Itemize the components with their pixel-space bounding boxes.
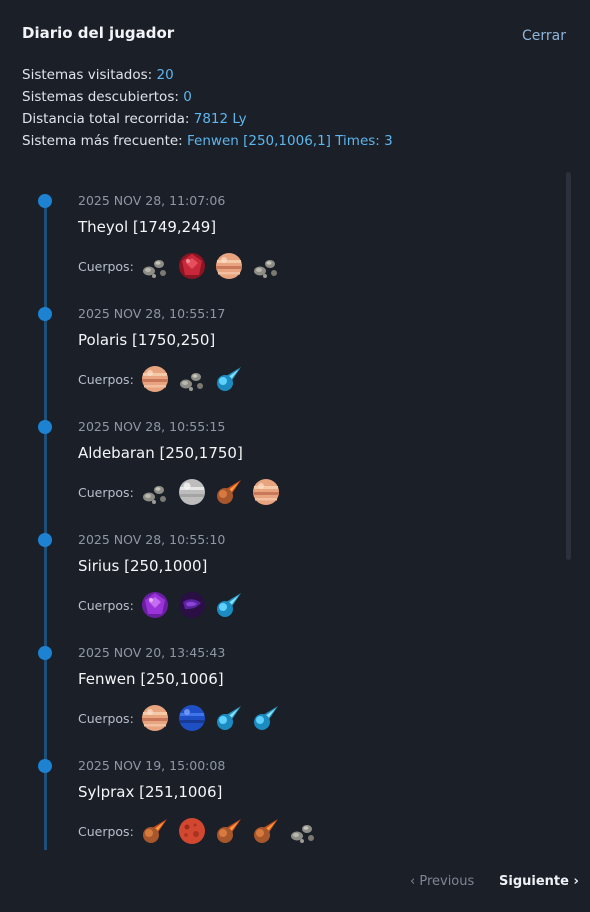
entry-system-name: Sirius [250,1000] xyxy=(78,557,208,575)
blue-comet-icon[interactable] xyxy=(214,590,244,620)
timeline-dot xyxy=(38,646,52,660)
entry-timestamp: 2025 NOV 28, 10:55:10 xyxy=(78,532,226,547)
timeline-dot xyxy=(38,759,52,773)
entry-bodies: Cuerpos: xyxy=(78,476,288,508)
journal-scroll-area[interactable]: 2025 NOV 28, 11:07:06 Theyol [1749,249] Cu… xyxy=(22,166,572,850)
timeline-dot xyxy=(38,533,52,547)
blue-comet-icon[interactable] xyxy=(251,703,281,733)
bodies-label: Cuerpos: xyxy=(78,258,134,274)
blue-comet-icon[interactable] xyxy=(214,364,244,394)
entry-system-name: Theyol [1749,249] xyxy=(78,218,217,236)
asteroid-icon[interactable] xyxy=(251,251,281,281)
blue-planet-icon[interactable] xyxy=(177,703,207,733)
entry-timestamp: 2025 NOV 28, 10:55:17 xyxy=(78,306,226,321)
entry-timestamp: 2025 NOV 19, 15:00:08 xyxy=(78,758,226,773)
purple-gem-planet-icon[interactable] xyxy=(140,590,170,620)
asteroid-icon[interactable] xyxy=(140,477,170,507)
entry-system-name: Polaris [1750,250] xyxy=(78,331,216,349)
stat-row: Sistemas visitados: 20 xyxy=(22,64,393,86)
entry-timestamp: 2025 NOV 28, 11:07:06 xyxy=(78,193,226,208)
dark-purple-planet-icon[interactable] xyxy=(177,590,207,620)
entry-system-name: Fenwen [250,1006] xyxy=(78,670,224,688)
next-page-button[interactable]: Siguiente › xyxy=(499,874,579,889)
bodies-label: Cuerpos: xyxy=(78,710,134,726)
stat-row: Sistema más frecuente: Fenwen [250,1006,… xyxy=(22,130,393,152)
journal-entry: 2025 NOV 28, 10:55:15 Aldebaran [250,1750… xyxy=(22,392,562,505)
stat-row: Sistemas descubiertos: 0 xyxy=(22,86,393,108)
stat-label: Sistemas visitados: xyxy=(22,67,157,83)
close-button[interactable]: Cerrar xyxy=(522,28,566,44)
gas-giant-icon[interactable] xyxy=(140,364,170,394)
orange-comet-icon[interactable] xyxy=(214,477,244,507)
asteroid-icon[interactable] xyxy=(140,251,170,281)
scrollbar-thumb[interactable] xyxy=(566,172,571,560)
journal-entry: 2025 NOV 20, 13:45:43 Fenwen [250,1006] Cu… xyxy=(22,618,562,731)
entry-timestamp: 2025 NOV 28, 10:55:15 xyxy=(78,419,226,434)
asteroid-icon[interactable] xyxy=(177,364,207,394)
timeline-dot xyxy=(38,194,52,208)
entry-timestamp: 2025 NOV 20, 13:45:43 xyxy=(78,645,226,660)
journal-entry: 2025 NOV 19, 15:00:08 Sylprax [251,1006] C… xyxy=(22,731,562,844)
journal-entry: 2025 NOV 28, 10:55:17 Polaris [1750,250] C… xyxy=(22,279,562,392)
journal-entry: 2025 NOV 28, 10:55:10 Sirius [250,1000] Cu… xyxy=(22,505,562,618)
previous-page-button[interactable]: ‹ Previous xyxy=(410,874,474,889)
entry-bodies: Cuerpos: xyxy=(78,589,251,621)
red-planet-icon[interactable] xyxy=(177,816,207,846)
blue-comet-icon[interactable] xyxy=(214,703,244,733)
journal-title: Diario del jugador xyxy=(22,24,175,42)
entry-bodies: Cuerpos: xyxy=(78,250,288,282)
gas-giant-icon[interactable] xyxy=(251,477,281,507)
stat-value: 7812 Ly xyxy=(193,111,247,127)
stat-value: Fenwen [250,1006,1] Times: 3 xyxy=(187,133,393,149)
bodies-label: Cuerpos: xyxy=(78,371,134,387)
white-planet-icon[interactable] xyxy=(177,477,207,507)
entry-system-name: Sylprax [251,1006] xyxy=(78,783,223,801)
entry-system-name: Aldebaran [250,1750] xyxy=(78,444,243,462)
journal-entry: 2025 NOV 28, 11:07:06 Theyol [1749,249] Cu… xyxy=(22,166,562,279)
stat-row: Distancia total recorrida: 7812 Ly xyxy=(22,108,393,130)
stat-label: Distancia total recorrida: xyxy=(22,111,194,127)
gas-giant-icon[interactable] xyxy=(140,703,170,733)
entry-bodies: Cuerpos: xyxy=(78,363,251,395)
bodies-label: Cuerpos: xyxy=(78,597,134,613)
stats-panel: Sistemas visitados: 20 Sistemas descubier… xyxy=(22,64,393,152)
stat-label: Sistemas descubiertos: xyxy=(22,89,184,105)
red-gem-planet-icon[interactable] xyxy=(177,251,207,281)
stat-value: 20 xyxy=(156,67,174,83)
stat-value: 0 xyxy=(183,89,192,105)
gas-giant-icon[interactable] xyxy=(214,251,244,281)
stat-label: Sistema más frecuente: xyxy=(22,133,188,149)
entry-bodies: Cuerpos: xyxy=(78,702,288,734)
timeline-dot xyxy=(38,307,52,321)
bodies-label: Cuerpos: xyxy=(78,484,134,500)
orange-comet-icon[interactable] xyxy=(214,816,244,846)
bodies-label: Cuerpos: xyxy=(78,823,134,839)
orange-comet-icon[interactable] xyxy=(251,816,281,846)
entry-bodies: Cuerpos: xyxy=(78,815,325,847)
asteroid-icon[interactable] xyxy=(288,816,318,846)
timeline-dot xyxy=(38,420,52,434)
orange-comet-icon[interactable] xyxy=(140,816,170,846)
